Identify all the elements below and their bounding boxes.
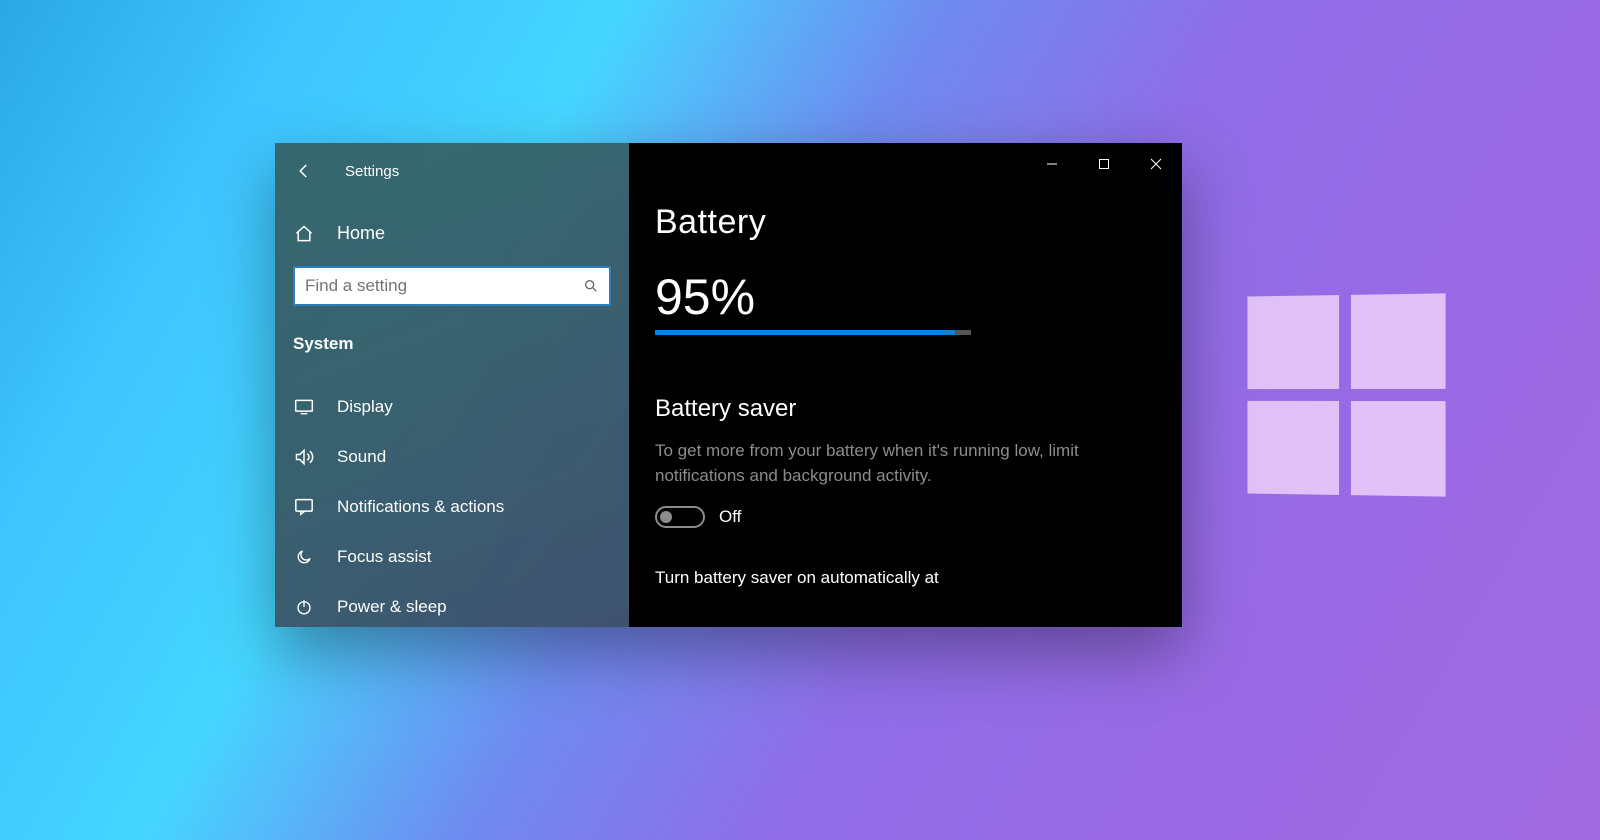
battery-progress-fill [655, 330, 955, 335]
sound-icon [293, 447, 315, 467]
sidebar-item-power-sleep[interactable]: Power & sleep [275, 582, 629, 627]
sidebar-titlebar: Settings [275, 153, 629, 189]
maximize-button[interactable] [1078, 143, 1130, 185]
settings-content: Battery 95% Battery saver To get more fr… [629, 143, 1182, 627]
sidebar-nav-list: Display Sound [275, 382, 629, 627]
search-input[interactable] [293, 266, 611, 306]
search-field[interactable] [305, 276, 583, 296]
moon-icon [293, 548, 315, 566]
sidebar-item-label: Display [337, 397, 393, 417]
auto-battery-saver-label: Turn battery saver on automatically at [655, 568, 1182, 588]
windows-logo [1247, 293, 1445, 496]
sidebar-item-label: Power & sleep [337, 597, 447, 617]
settings-window: Settings Home [275, 143, 1182, 627]
battery-progress-bar [655, 330, 971, 335]
sidebar-item-label: Sound [337, 447, 386, 467]
search-icon [583, 278, 599, 294]
window-controls [1026, 143, 1182, 185]
desktop-wallpaper: Settings Home [0, 0, 1600, 840]
sidebar-item-display[interactable]: Display [275, 382, 629, 432]
sidebar-item-home[interactable]: Home [275, 207, 629, 260]
page-title: Battery [655, 203, 1182, 242]
toggle-knob [660, 511, 672, 523]
battery-saver-heading: Battery saver [655, 395, 1182, 423]
settings-sidebar: Settings Home [275, 143, 629, 627]
back-button[interactable] [293, 162, 315, 180]
sidebar-item-focus-assist[interactable]: Focus assist [275, 532, 629, 582]
home-icon [293, 224, 315, 244]
power-icon [293, 598, 315, 616]
sidebar-item-sound[interactable]: Sound [275, 432, 629, 482]
battery-saver-toggle-label: Off [719, 507, 741, 527]
sidebar-item-label: Notifications & actions [337, 497, 504, 517]
notifications-icon [293, 498, 315, 516]
battery-saver-description: To get more from your battery when it's … [655, 439, 1155, 488]
close-button[interactable] [1130, 143, 1182, 185]
display-icon [293, 398, 315, 416]
minimize-button[interactable] [1026, 143, 1078, 185]
sidebar-item-label: Home [337, 223, 385, 244]
sidebar-section-title: System [275, 306, 629, 364]
sidebar-item-label: Focus assist [337, 547, 431, 567]
sidebar-item-notifications[interactable]: Notifications & actions [275, 482, 629, 532]
battery-saver-toggle[interactable] [655, 506, 705, 528]
battery-percent: 95% [655, 268, 1182, 326]
window-title: Settings [345, 163, 399, 180]
